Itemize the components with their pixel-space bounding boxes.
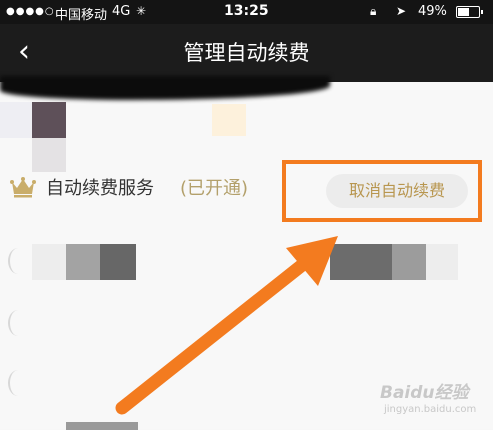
- baidu-watermark: Baidu经验 jingyan.baidu.com: [380, 376, 488, 426]
- annotation-arrow: [115, 236, 338, 415]
- watermark-site: jingyan.baidu.com: [384, 404, 477, 415]
- watermark-brand: Baidu经验: [380, 383, 469, 403]
